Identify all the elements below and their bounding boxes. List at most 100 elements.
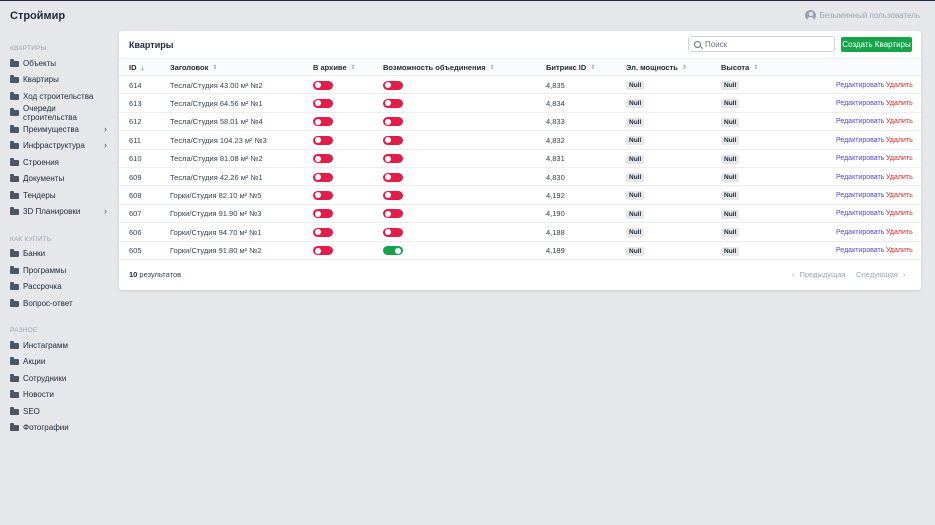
archived-toggle[interactable]: [313, 135, 333, 145]
column-header-mergeable[interactable]: Возможность объединения ⇕: [383, 59, 495, 76]
sidebar-item-infrastructure[interactable]: Инфраструктура ›: [10, 139, 107, 153]
mergeable-toggle[interactable]: [383, 172, 403, 182]
column-label: Возможность объединения: [383, 63, 486, 72]
sidebar-item-instagram[interactable]: Инстаграмм: [10, 338, 107, 352]
power-badge: Null: [626, 81, 645, 90]
sidebar-item-photos[interactable]: Фотографии: [10, 421, 107, 435]
results-count: 10 результатов: [129, 270, 181, 279]
delete-link[interactable]: Удалить: [886, 94, 913, 112]
sidebar-item-tenders[interactable]: Тендеры: [10, 188, 107, 202]
delete-link[interactable]: Удалить: [886, 223, 913, 241]
archived-toggle[interactable]: [313, 80, 333, 90]
sidebar-item-construction-phases[interactable]: Очереди строительства: [10, 104, 107, 122]
cell-id: 612: [129, 117, 142, 127]
archived-toggle[interactable]: [313, 98, 333, 108]
archived-toggle[interactable]: [313, 209, 333, 219]
sidebar-item-seo[interactable]: SEO: [10, 404, 107, 418]
archived-toggle[interactable]: [313, 117, 333, 127]
column-header-height[interactable]: Высота ⇕: [721, 59, 758, 76]
sidebar-item-promotions[interactable]: Акции: [10, 355, 107, 369]
sidebar-item-employees[interactable]: Сотрудники: [10, 371, 107, 385]
edit-link[interactable]: Редактировать: [836, 131, 884, 149]
previous-page-button[interactable]: ‹ Предыдущая: [792, 270, 845, 279]
sidebar-item-programs[interactable]: Программы: [10, 263, 107, 277]
folder-icon: [10, 357, 19, 365]
height-badge: Null: [721, 81, 740, 90]
user-avatar-icon: [805, 10, 817, 21]
cell-title: Горки/Студия 82.10 м² №5: [170, 190, 262, 200]
sidebar-item-buildings[interactable]: Строения: [10, 155, 107, 169]
delete-link[interactable]: Удалить: [886, 205, 913, 223]
search-input[interactable]: [705, 39, 825, 49]
mergeable-toggle[interactable]: [383, 98, 403, 108]
folder-icon: [10, 58, 19, 67]
cell-title: Тесла/Студия 43.00 м² №2: [170, 80, 263, 90]
archived-toggle[interactable]: [313, 190, 333, 200]
next-page-button[interactable]: Следующая ›: [856, 270, 905, 279]
table-header: ID ↓ Заголовок ⇕ В архиве ⇕ Возможность …: [119, 58, 921, 76]
sidebar-item-label: Преимущества: [23, 124, 79, 134]
column-header-id[interactable]: ID ↓: [129, 59, 145, 76]
column-header-power[interactable]: Эл. мощность ⇕: [626, 59, 687, 76]
mergeable-toggle[interactable]: [383, 246, 403, 256]
sidebar-item-installments[interactable]: Рассрочка: [10, 280, 107, 294]
cell-bitrix-id: 4,189: [546, 246, 565, 256]
chevron-right-icon: ›: [104, 123, 107, 134]
sidebar-section-how-to-buy: КАК КУПИТЬ: [10, 236, 52, 243]
mergeable-toggle[interactable]: [383, 80, 403, 90]
sidebar-item-faq[interactable]: Вопрос-ответ: [10, 296, 107, 310]
sidebar-item-documents[interactable]: Документы: [10, 172, 107, 186]
sidebar-item-construction-progress[interactable]: Ход строительства: [10, 89, 107, 103]
delete-link[interactable]: Удалить: [886, 186, 913, 204]
search-box[interactable]: [688, 36, 835, 52]
sidebar-item-apartments[interactable]: Квартиры: [10, 73, 107, 87]
delete-link[interactable]: Удалить: [886, 131, 913, 149]
user-menu[interactable]: Безымянный пользователь: [805, 10, 920, 21]
sidebar-item-label: Банки: [23, 249, 46, 258]
archived-toggle[interactable]: [313, 154, 333, 164]
column-header-bitrix-id[interactable]: Битрикс ID ⇕: [546, 59, 595, 76]
delete-link[interactable]: Удалить: [886, 76, 913, 94]
mergeable-toggle[interactable]: [383, 135, 403, 145]
sidebar-item-label: Ход строительства: [23, 91, 94, 101]
mergeable-toggle[interactable]: [383, 190, 403, 200]
edit-link[interactable]: Редактировать: [836, 113, 884, 131]
folder-icon: [10, 75, 19, 83]
sort-icon: ⇕: [590, 65, 596, 71]
previous-page-label: Предыдущая: [799, 270, 846, 279]
delete-link[interactable]: Удалить: [886, 168, 913, 186]
table-row: 605 Горки/Студия 91.80 м² №2 4,189 Null Null…: [119, 242, 921, 260]
edit-link[interactable]: Редактировать: [836, 205, 884, 223]
sidebar-item-3d-layouts[interactable]: 3D Планировки ›: [10, 205, 107, 219]
delete-link[interactable]: Удалить: [886, 242, 913, 260]
column-header-title[interactable]: Заголовок ⇕: [170, 59, 217, 76]
edit-link[interactable]: Редактировать: [836, 150, 884, 168]
edit-link[interactable]: Редактировать: [836, 168, 884, 186]
table-row: 612 Тесла/Студия 58.01 м² №4 4,833 Null Null…: [119, 113, 921, 132]
edit-link[interactable]: Редактировать: [836, 94, 884, 112]
delete-link[interactable]: Удалить: [886, 150, 913, 168]
sidebar-item-banks[interactable]: Банки: [10, 247, 107, 261]
sidebar-item-label: 3D Планировки: [23, 207, 81, 216]
sidebar-item-advantages[interactable]: Преимущества ›: [10, 122, 107, 136]
sidebar-item-objects[interactable]: Объекты: [10, 56, 107, 70]
edit-link[interactable]: Редактировать: [836, 223, 884, 241]
sidebar-item-news[interactable]: Новости: [10, 388, 107, 402]
edit-link[interactable]: Редактировать: [836, 76, 884, 94]
mergeable-toggle[interactable]: [383, 227, 403, 237]
archived-toggle[interactable]: [313, 227, 333, 237]
table-row: 611 Тесла/Студия 104.23 м² №3 4,832 Null Nul…: [119, 131, 921, 150]
sidebar-item-label: Тендеры: [23, 190, 56, 200]
app-brand[interactable]: Строймир: [10, 10, 65, 22]
column-header-archived[interactable]: В архиве ⇕: [313, 59, 356, 76]
delete-link[interactable]: Удалить: [886, 113, 913, 131]
archived-toggle[interactable]: [313, 246, 333, 256]
archived-toggle[interactable]: [313, 172, 333, 182]
mergeable-toggle[interactable]: [383, 154, 403, 164]
mergeable-toggle[interactable]: [383, 117, 403, 127]
edit-link[interactable]: Редактировать: [836, 186, 884, 204]
create-apartment-button[interactable]: Создать Квартиры: [841, 37, 912, 52]
edit-link[interactable]: Редактировать: [836, 242, 884, 260]
mergeable-toggle[interactable]: [383, 209, 403, 219]
power-badge: Null: [626, 228, 645, 238]
